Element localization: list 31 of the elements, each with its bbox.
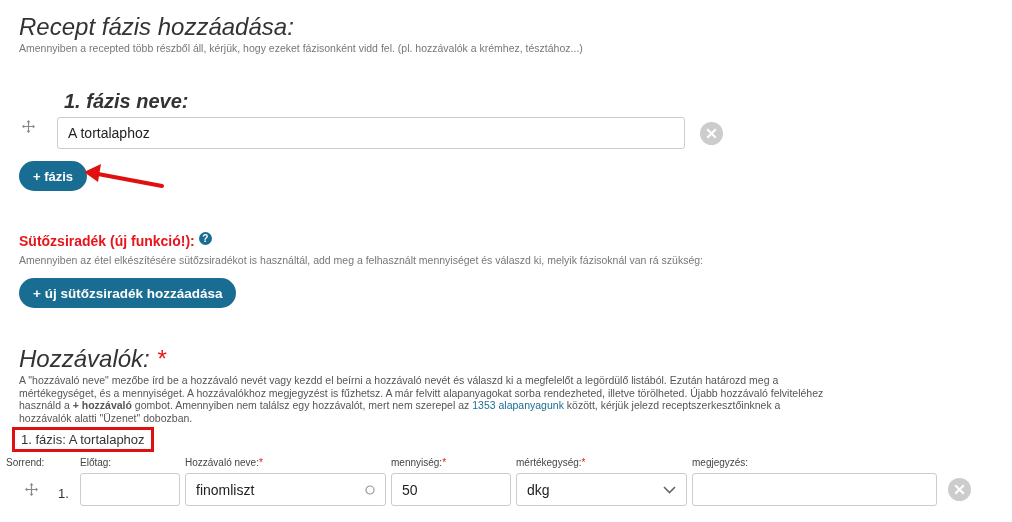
section-hint: Amennyiben az étel elkészítésére sütőzsiradékot is használtál, add meg a felhasznált mennyiséget és válaszd ki, melyik fázisoknál van rá szükség: xyxy=(19,254,704,267)
chevron-down-icon xyxy=(663,485,676,494)
phase-name-field[interactable]: A tortalaphoz xyxy=(57,117,685,149)
unit-select[interactable]: dkg xyxy=(516,473,687,506)
column-header: Hozzávaló neve:* xyxy=(185,456,264,470)
note-field[interactable] xyxy=(692,473,937,506)
column-header: megjegyzés: xyxy=(692,456,750,470)
ingredients-description: A "hozzávaló neve" mezőbe írd be a hozzávaló nevét vagy kezdd el beírni a hozzávaló nevét és válaszd ki a megfelelőt a legördülő listából. Ezután határozd meg a mértékegységet, és a mennyiséget. A hozzávalókhoz megjegyzést is fűzhetsz. A már felvitt alapanyagokat sorba rendezheted, illetve törölheted. Újabb hozzávaló felviteléhez használd a + hozzávaló gombot. Amennyiben nem találsz egy hozzávalót, mert nem szerepel az 1353 alapanyagunk között, kérjük jelezd receptszerkesztőinknek a hozzávalók alatti "Üzenet" dobozban. xyxy=(19,374,825,424)
add-phase-button[interactable]: + fázis xyxy=(19,161,88,191)
section-title: Sütőzsiradék (új funkció!): xyxy=(19,233,195,249)
help-icon[interactable]: ? xyxy=(198,231,212,245)
prefix-field[interactable] xyxy=(80,473,180,506)
remove-icon[interactable] xyxy=(700,121,723,145)
row-index: 1. xyxy=(58,486,69,501)
column-header: mértékegység:* xyxy=(516,456,587,470)
column-header: Előtag: xyxy=(80,456,113,470)
ingredient-name-field[interactable]: finomliszt xyxy=(185,473,386,506)
amount-field[interactable]: 50 xyxy=(391,473,511,506)
add-fat-button[interactable]: + új sütőzsiradék hozzáadása xyxy=(19,278,237,308)
column-header: mennyiség:* xyxy=(391,456,448,470)
section-hint: Amennyiben a recepted több részből áll, kérjük, hogy ezeket fázisonként vidd fel. (pl. hozzávalók a krémhez, tésztához...) xyxy=(19,42,584,55)
drag-handle-icon[interactable] xyxy=(22,119,35,133)
section-title: Recept fázis hozzáadása: xyxy=(19,12,295,42)
phase-name-label: 1. fázis neve: xyxy=(64,89,189,113)
drag-handle-icon[interactable] xyxy=(25,483,38,496)
remove-icon[interactable] xyxy=(948,478,971,501)
section-title: Hozzávalók: * xyxy=(19,344,168,374)
ingredients-link[interactable]: 1353 alapanyagunk xyxy=(472,399,564,411)
phase-label: 1. fázis: A tortalaphoz xyxy=(12,427,154,452)
column-header: Sorrend: xyxy=(6,456,46,470)
loading-icon xyxy=(365,484,375,495)
